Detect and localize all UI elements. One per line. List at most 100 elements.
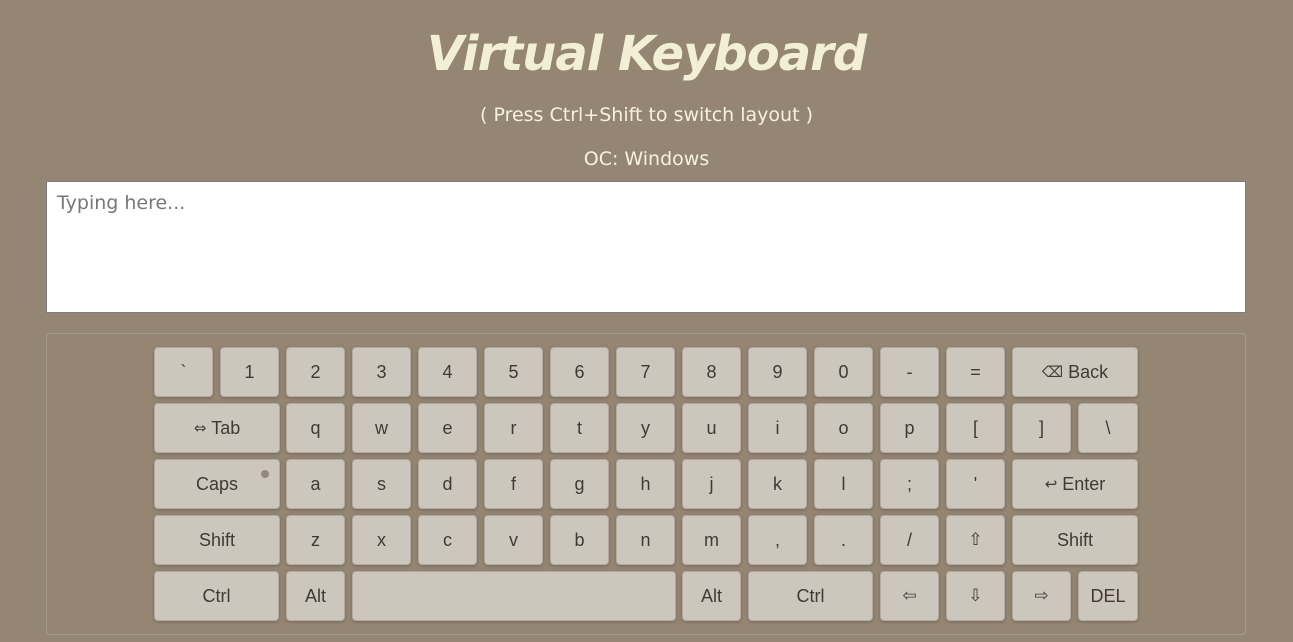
key-k[interactable]: k bbox=[748, 459, 807, 509]
key-n[interactable]: n bbox=[616, 515, 675, 565]
key-6[interactable]: 6 bbox=[550, 347, 609, 397]
key-0[interactable]: 0 bbox=[814, 347, 873, 397]
key-label: 5 bbox=[508, 361, 519, 382]
key-label: 4 bbox=[442, 361, 453, 382]
key-backspace[interactable]: ⌫ Back bbox=[1012, 347, 1138, 397]
key-label: . bbox=[840, 529, 846, 550]
key-label: 8 bbox=[706, 361, 717, 382]
key-alt-right[interactable]: Alt bbox=[682, 571, 741, 621]
layout-hint: ( Press Ctrl+Shift to switch layout ) bbox=[480, 104, 813, 126]
key-7[interactable]: 7 bbox=[616, 347, 675, 397]
key-backtick[interactable]: ` bbox=[154, 347, 213, 397]
enter-return-icon: ↩ bbox=[1044, 475, 1058, 493]
key-label: \ bbox=[1105, 417, 1111, 438]
key-label: v bbox=[509, 529, 518, 550]
key-shift-left[interactable]: Shift bbox=[154, 515, 280, 565]
key-label: j bbox=[709, 473, 714, 494]
key-label: p bbox=[904, 417, 915, 438]
key-y[interactable]: y bbox=[616, 403, 675, 453]
key-c[interactable]: c bbox=[418, 515, 477, 565]
key-m[interactable]: m bbox=[682, 515, 741, 565]
key-b[interactable]: b bbox=[550, 515, 609, 565]
key-label: ' bbox=[973, 473, 978, 494]
key-open-bracket[interactable]: [ bbox=[946, 403, 1005, 453]
key-label: Ctrl bbox=[796, 585, 825, 606]
key-label: o bbox=[838, 417, 849, 438]
backspace-icon: ⌫ bbox=[1041, 363, 1064, 381]
key-backslash[interactable]: \ bbox=[1078, 403, 1138, 453]
key-arrow-right[interactable]: ⇨ bbox=[1012, 571, 1071, 621]
typing-textarea[interactable] bbox=[46, 181, 1246, 313]
key-period[interactable]: . bbox=[814, 515, 873, 565]
arrow-down-icon: ⇩ bbox=[968, 586, 983, 606]
key-ctrl-right[interactable]: Ctrl bbox=[748, 571, 873, 621]
arrow-up-icon: ⇧ bbox=[968, 530, 983, 550]
key-label: Alt bbox=[304, 585, 326, 606]
key-8[interactable]: 8 bbox=[682, 347, 741, 397]
key-4[interactable]: 4 bbox=[418, 347, 477, 397]
key-label: b bbox=[574, 529, 585, 550]
key-label: w bbox=[375, 417, 388, 438]
key-minus[interactable]: - bbox=[880, 347, 939, 397]
key-p[interactable]: p bbox=[880, 403, 939, 453]
key-g[interactable]: g bbox=[550, 459, 609, 509]
key-a[interactable]: a bbox=[286, 459, 345, 509]
key-w[interactable]: w bbox=[352, 403, 411, 453]
key-o[interactable]: o bbox=[814, 403, 873, 453]
key-9[interactable]: 9 bbox=[748, 347, 807, 397]
key-label: z bbox=[311, 529, 320, 550]
key-delete[interactable]: DEL bbox=[1078, 571, 1138, 621]
key-label: h bbox=[640, 473, 651, 494]
key-label: 9 bbox=[772, 361, 783, 382]
key-h[interactable]: h bbox=[616, 459, 675, 509]
key-v[interactable]: v bbox=[484, 515, 543, 565]
key-5[interactable]: 5 bbox=[484, 347, 543, 397]
key-z[interactable]: z bbox=[286, 515, 345, 565]
key-label: 2 bbox=[310, 361, 321, 382]
key-x[interactable]: x bbox=[352, 515, 411, 565]
key-ctrl-left[interactable]: Ctrl bbox=[154, 571, 279, 621]
key-alt-left[interactable]: Alt bbox=[286, 571, 345, 621]
key-r[interactable]: r bbox=[484, 403, 543, 453]
key-space[interactable] bbox=[352, 571, 676, 621]
key-1[interactable]: 1 bbox=[220, 347, 279, 397]
key-j[interactable]: j bbox=[682, 459, 741, 509]
key-label: Enter bbox=[1062, 473, 1106, 494]
key-u[interactable]: u bbox=[682, 403, 741, 453]
key-label: ] bbox=[1038, 417, 1044, 438]
key-slash[interactable]: / bbox=[880, 515, 939, 565]
key-2[interactable]: 2 bbox=[286, 347, 345, 397]
key-label: / bbox=[906, 529, 912, 550]
key-arrow-up[interactable]: ⇧ bbox=[946, 515, 1005, 565]
key-label: , bbox=[774, 529, 780, 550]
key-semicolon[interactable]: ; bbox=[880, 459, 939, 509]
key-f[interactable]: f bbox=[484, 459, 543, 509]
key-d[interactable]: d bbox=[418, 459, 477, 509]
key-comma[interactable]: , bbox=[748, 515, 807, 565]
key-3[interactable]: 3 bbox=[352, 347, 411, 397]
key-equals[interactable]: = bbox=[946, 347, 1005, 397]
key-label: = bbox=[970, 361, 981, 382]
key-i[interactable]: i bbox=[748, 403, 807, 453]
key-caps[interactable]: Caps bbox=[154, 459, 280, 509]
key-t[interactable]: t bbox=[550, 403, 609, 453]
key-enter[interactable]: ↩ Enter bbox=[1012, 459, 1138, 509]
key-label: Tab bbox=[211, 417, 241, 438]
key-l[interactable]: l bbox=[814, 459, 873, 509]
key-label: DEL bbox=[1090, 585, 1126, 606]
key-label: r bbox=[510, 417, 517, 438]
key-arrow-left[interactable]: ⇦ bbox=[880, 571, 939, 621]
key-label: ` bbox=[180, 361, 187, 382]
key-arrow-down[interactable]: ⇩ bbox=[946, 571, 1005, 621]
arrow-left-icon: ⇦ bbox=[902, 586, 917, 606]
key-close-bracket[interactable]: ] bbox=[1012, 403, 1071, 453]
key-shift-right[interactable]: Shift bbox=[1012, 515, 1138, 565]
key-label: y bbox=[641, 417, 650, 438]
key-quote[interactable]: ' bbox=[946, 459, 1005, 509]
key-label: e bbox=[442, 417, 453, 438]
key-q[interactable]: q bbox=[286, 403, 345, 453]
key-label: c bbox=[443, 529, 452, 550]
key-tab[interactable]: ⇔ Tab bbox=[154, 403, 280, 453]
key-s[interactable]: s bbox=[352, 459, 411, 509]
key-e[interactable]: e bbox=[418, 403, 477, 453]
